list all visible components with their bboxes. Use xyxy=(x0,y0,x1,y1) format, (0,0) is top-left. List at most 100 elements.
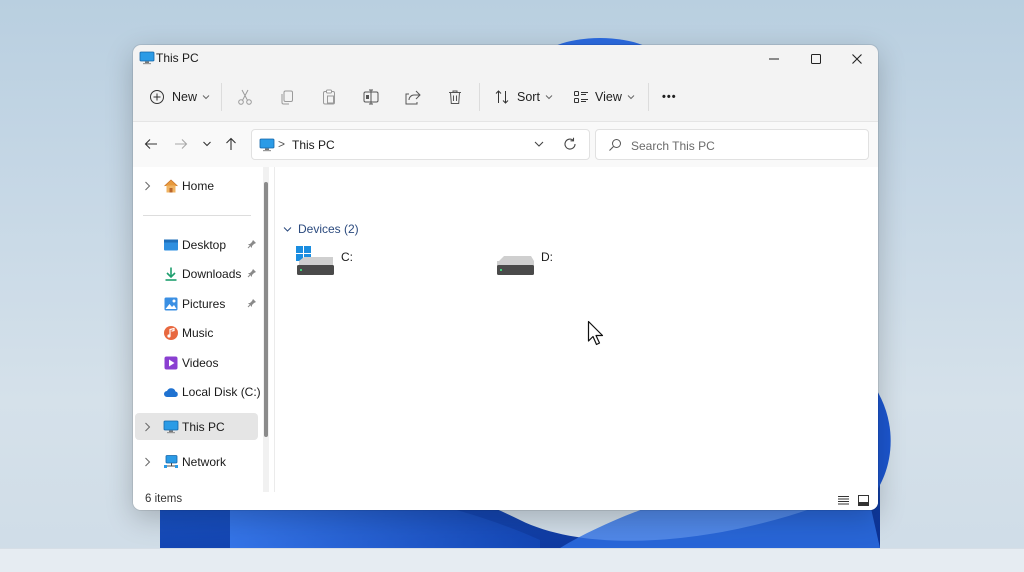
chevron-right-icon[interactable] xyxy=(144,422,151,432)
sidebar-item-label: Network xyxy=(182,455,227,469)
system-drive-icon xyxy=(296,246,334,275)
chevron-right-icon[interactable] xyxy=(144,457,151,467)
breadcrumb-this-pc[interactable]: This PC xyxy=(292,138,335,152)
sidebar-item-label: Music xyxy=(182,326,214,340)
delete-button[interactable] xyxy=(446,83,464,111)
downloads-icon xyxy=(165,267,177,281)
search-icon xyxy=(609,139,621,151)
more-options-button[interactable]: ••• xyxy=(662,83,677,111)
status-bar: 6 items xyxy=(133,492,878,510)
mouse-cursor-icon xyxy=(587,320,604,346)
pin-icon xyxy=(247,269,256,278)
sidebar-item-label: This PC xyxy=(182,420,225,434)
this-pc-icon xyxy=(163,420,179,434)
copy-button[interactable] xyxy=(278,83,296,111)
share-button[interactable] xyxy=(404,83,422,111)
recent-locations-button[interactable] xyxy=(195,132,219,156)
drive-label-d: D: xyxy=(541,250,553,264)
address-bar[interactable]: > This PC xyxy=(251,129,590,160)
sort-icon xyxy=(495,90,509,104)
home-icon xyxy=(164,179,178,193)
pin-icon xyxy=(247,299,256,308)
arrow-left-icon xyxy=(144,139,157,149)
navigation-bar: > This PC Search This PC xyxy=(133,121,878,167)
sidebar-item-pictures[interactable]: Pictures xyxy=(135,290,258,317)
large-icons-view-icon[interactable] xyxy=(857,494,870,507)
search-input[interactable]: Search This PC xyxy=(595,129,869,160)
window-title: This PC xyxy=(156,51,199,65)
sidebar-item-local-disk[interactable]: Local Disk (C:) xyxy=(135,378,261,405)
sort-label: Sort xyxy=(517,90,540,104)
this-pc-icon xyxy=(259,138,275,152)
arrow-up-icon xyxy=(226,137,236,150)
sort-button[interactable]: Sort xyxy=(494,83,553,111)
drive-icon xyxy=(497,256,534,275)
forward-button[interactable] xyxy=(169,132,193,156)
close-button[interactable] xyxy=(836,45,878,73)
minimize-button[interactable] xyxy=(753,45,795,73)
cut-button[interactable] xyxy=(236,83,254,111)
sidebar-item-desktop[interactable]: Desktop xyxy=(135,231,258,258)
sidebar-item-downloads[interactable]: Downloads xyxy=(135,260,258,287)
cut-icon xyxy=(238,89,252,105)
share-icon xyxy=(405,90,421,105)
toolbar-divider xyxy=(479,83,480,111)
view-button[interactable]: View xyxy=(573,83,635,111)
chevron-down-icon xyxy=(283,226,292,232)
sidebar-item-network[interactable]: Network xyxy=(135,448,258,475)
chevron-right-icon[interactable] xyxy=(144,181,151,191)
back-button[interactable] xyxy=(139,132,163,156)
title-bar: This PC xyxy=(133,45,878,73)
videos-icon xyxy=(164,356,178,370)
refresh-icon[interactable] xyxy=(563,137,577,151)
copy-icon xyxy=(281,90,293,105)
pin-icon xyxy=(247,240,256,249)
sidebar-item-home[interactable]: Home xyxy=(135,172,258,199)
sidebar-divider xyxy=(143,215,251,216)
breadcrumb-separator: > xyxy=(278,137,286,151)
close-icon xyxy=(852,54,862,64)
drive-item-d[interactable]: D: xyxy=(495,245,675,281)
paste-button[interactable] xyxy=(320,83,338,111)
group-header-devices[interactable]: Devices (2) xyxy=(283,222,359,236)
chevron-down-icon xyxy=(545,95,553,100)
file-list-pane: Devices (2) C: D: xyxy=(275,167,878,492)
maximize-icon xyxy=(811,54,821,64)
new-button[interactable]: New xyxy=(149,83,210,111)
sidebar-item-videos[interactable]: Videos xyxy=(135,349,258,376)
sidebar-item-music[interactable]: Music xyxy=(135,319,258,346)
this-pc-icon xyxy=(139,51,155,65)
plus-circle-icon xyxy=(150,90,164,104)
desktop-folder-icon xyxy=(164,239,178,251)
network-icon xyxy=(164,455,178,468)
sidebar-scrollbar-thumb[interactable] xyxy=(264,182,268,437)
minimize-icon xyxy=(769,58,779,60)
details-view-icon[interactable] xyxy=(837,494,850,507)
navigation-pane: Home Desktop Downloads Pictures Music Vi… xyxy=(133,167,273,492)
maximize-button[interactable] xyxy=(795,45,837,73)
new-label: New xyxy=(172,90,198,104)
paste-icon xyxy=(323,89,335,105)
rename-button[interactable] xyxy=(362,83,380,111)
view-icon xyxy=(574,91,588,103)
item-count: 6 items xyxy=(145,493,183,505)
chevron-down-icon xyxy=(203,141,211,147)
up-button[interactable] xyxy=(219,132,243,156)
sidebar-item-label: Local Disk (C:) xyxy=(182,385,261,399)
more-options-icon: ••• xyxy=(662,91,677,103)
sidebar-item-label: Desktop xyxy=(182,238,227,252)
drive-item-c[interactable]: C: xyxy=(295,245,475,281)
sidebar-item-this-pc[interactable]: This PC xyxy=(135,413,258,440)
taskbar xyxy=(0,548,1024,572)
address-dropdown-icon[interactable] xyxy=(533,139,545,149)
drive-label-c: C: xyxy=(341,250,353,264)
music-icon xyxy=(164,326,178,340)
view-label: View xyxy=(595,90,622,104)
sidebar-item-label: Videos xyxy=(182,356,219,370)
pictures-icon xyxy=(164,297,178,311)
arrow-right-icon xyxy=(175,139,188,149)
chevron-down-icon xyxy=(627,95,635,100)
command-bar: New Sort View ••• xyxy=(133,75,878,119)
onedrive-cloud-icon xyxy=(164,388,178,397)
trash-icon xyxy=(449,90,461,104)
